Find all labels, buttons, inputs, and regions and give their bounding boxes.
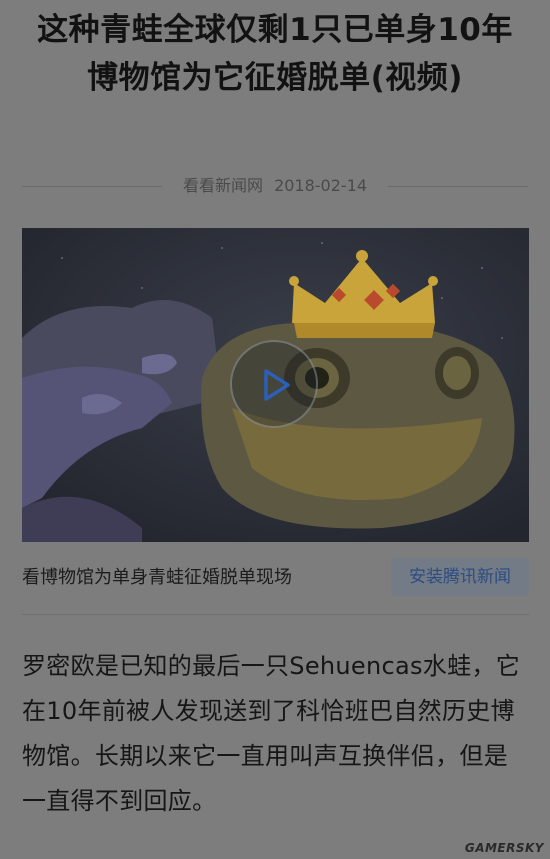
video-caption-row: 看博物馆为单身青蛙征婚脱单现场 安装腾讯新闻 — [22, 558, 529, 598]
content-divider — [22, 614, 529, 615]
article-date: 2018-02-14 — [274, 176, 368, 195]
article-source[interactable]: 看看新闻网 — [183, 176, 263, 195]
article-meta: 看看新闻网 2018-02-14 — [22, 174, 528, 198]
video-player[interactable] — [22, 228, 529, 542]
video-caption: 看博物馆为单身青蛙征婚脱单现场 — [22, 567, 292, 588]
play-icon — [264, 369, 290, 401]
watermark-logo: GAMERSKY — [464, 841, 544, 855]
play-button[interactable] — [230, 340, 318, 428]
article-title: 这种青蛙全球仅剩1只已单身10年 博物馆为它征婚脱单(视频) — [37, 12, 513, 96]
install-app-button[interactable]: 安装腾讯新闻 — [391, 558, 529, 596]
article-paragraph: 罗密欧是已知的最后一只Sehuencas水蛙，它在10年前被人发现送到了科恰班巴… — [22, 652, 521, 815]
